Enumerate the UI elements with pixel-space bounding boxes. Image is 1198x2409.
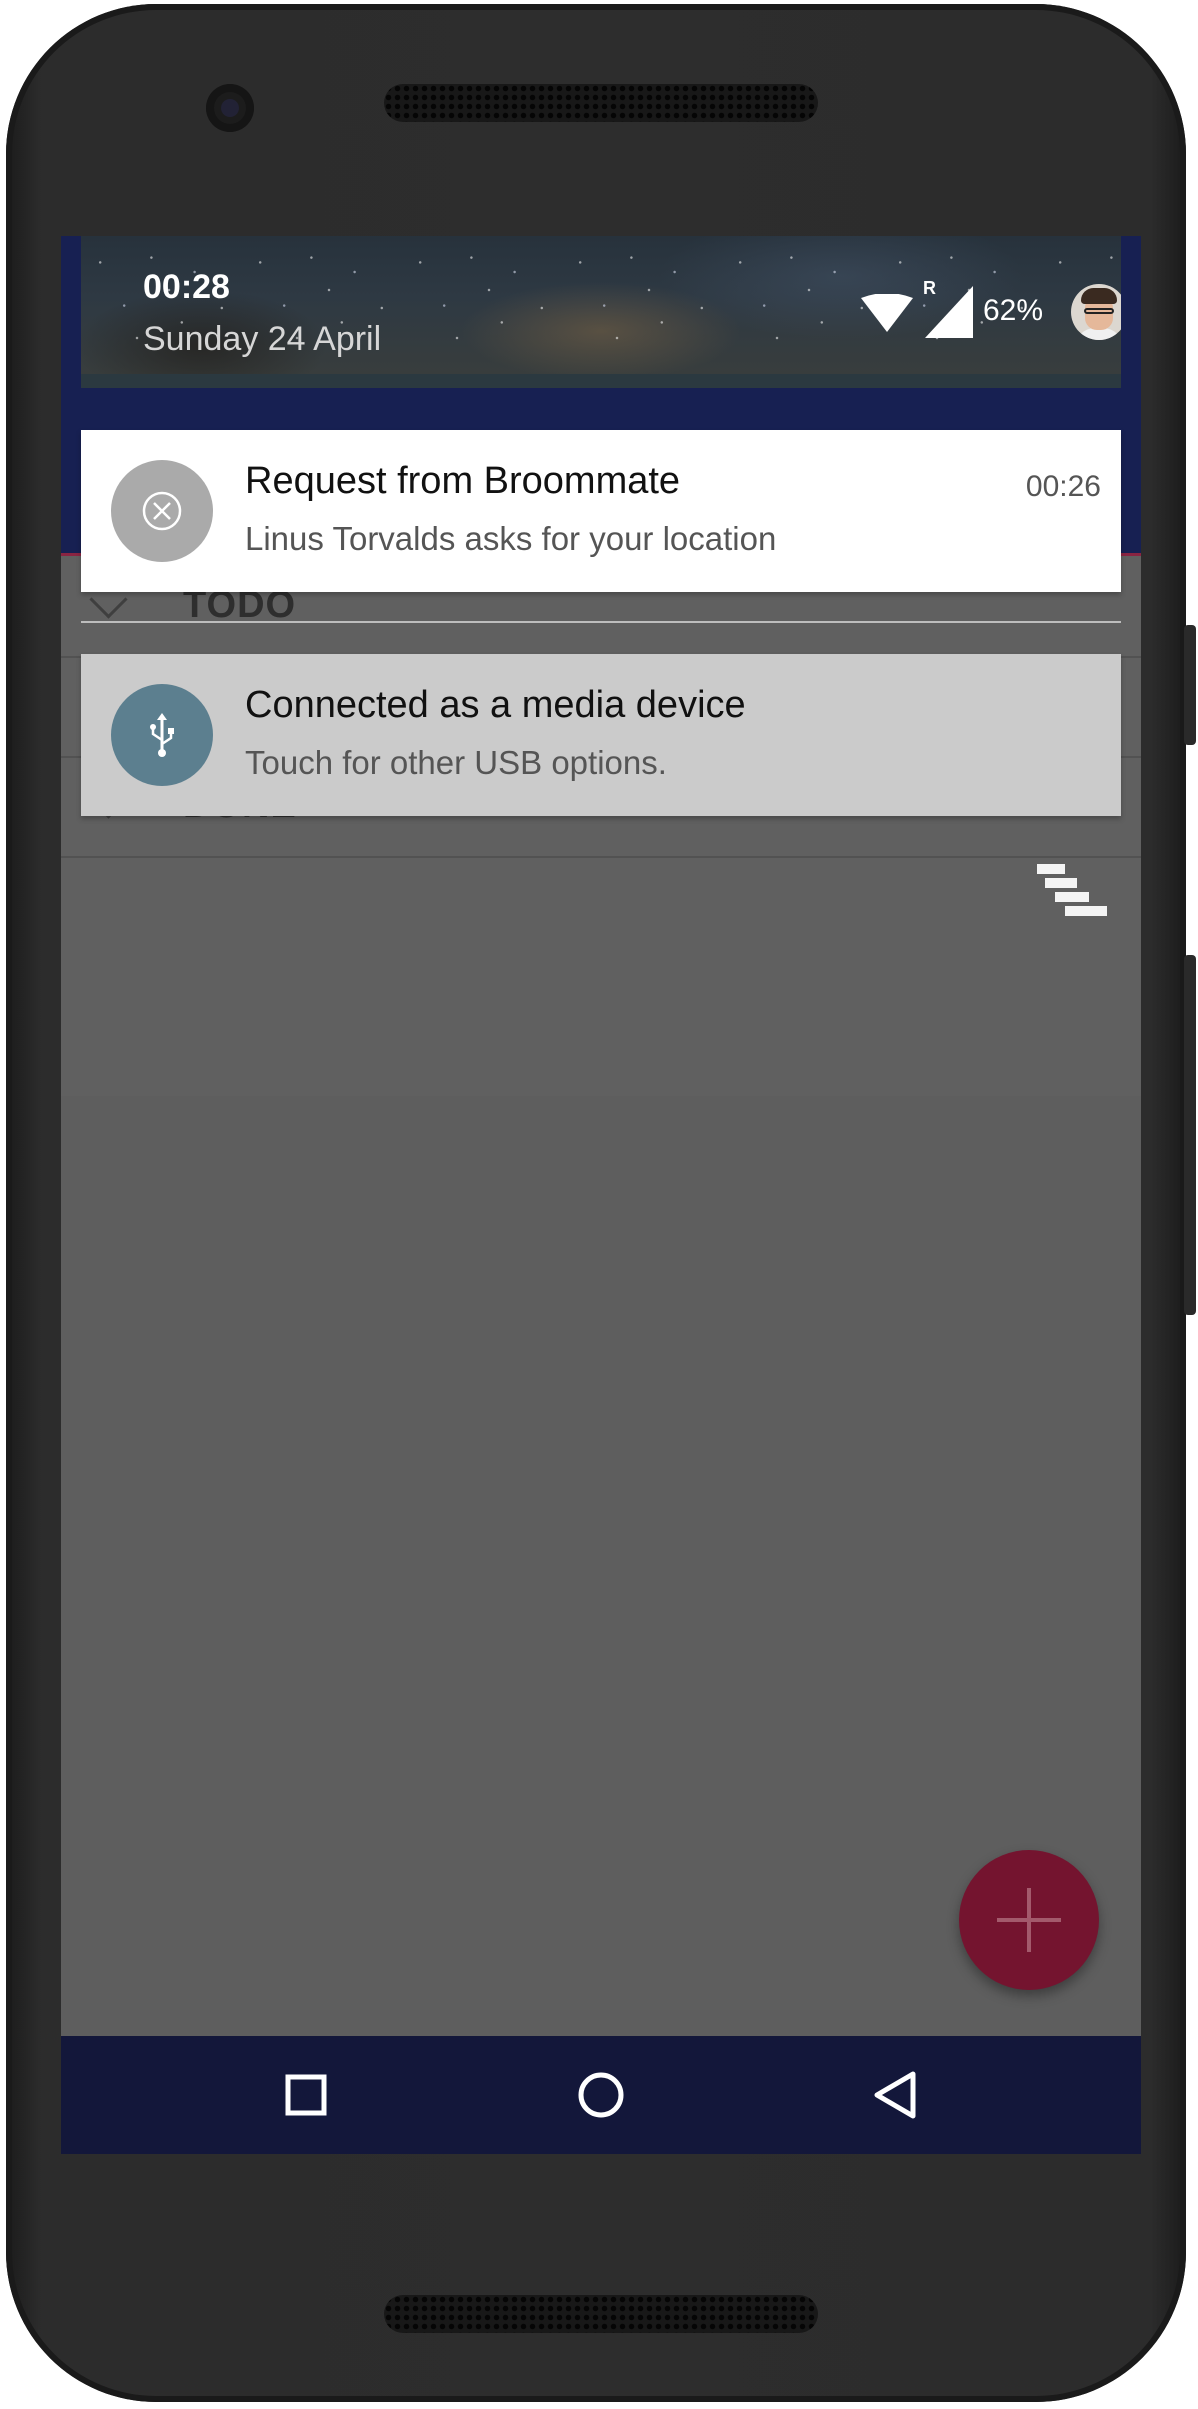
power-button bbox=[1184, 625, 1196, 745]
notification-request[interactable]: Request from Broommate Linus Torvalds as… bbox=[81, 430, 1121, 592]
task-list: TODO DONE bbox=[61, 556, 1141, 1096]
notification-time: 00:26 bbox=[1025, 470, 1101, 503]
add-task-button[interactable] bbox=[959, 1850, 1099, 1990]
front-camera bbox=[206, 84, 254, 132]
earpiece-speaker bbox=[384, 84, 818, 122]
notification-text: Touch for other USB options. bbox=[245, 744, 667, 781]
notification-title: Request from Broommate bbox=[245, 460, 681, 502]
notification-usb[interactable]: Connected as a media device Touch for ot… bbox=[81, 654, 1121, 816]
cancel-circle-icon bbox=[111, 460, 213, 562]
header-bottom-band bbox=[81, 374, 1121, 388]
bottom-speaker bbox=[384, 2295, 818, 2333]
date[interactable]: Sunday 24 April bbox=[143, 320, 381, 359]
screen: TODO DONE 00:28 Sunday 24 April bbox=[61, 236, 1141, 2154]
clock: 00:28 bbox=[143, 268, 230, 306]
wifi-icon bbox=[861, 294, 913, 332]
sort-icon[interactable] bbox=[1037, 864, 1107, 918]
notification-divider bbox=[81, 621, 1121, 623]
usb-icon bbox=[111, 684, 213, 786]
battery-level: 62% bbox=[983, 294, 1044, 327]
phone-frame: TODO DONE 00:28 Sunday 24 April bbox=[6, 4, 1186, 2402]
notification-text: Linus Torvalds asks for your location bbox=[245, 520, 777, 557]
navigation-bar bbox=[61, 2036, 1141, 2154]
roaming-indicator: R bbox=[923, 278, 936, 298]
home-icon[interactable] bbox=[566, 2060, 636, 2130]
avatar[interactable] bbox=[1071, 284, 1121, 340]
notification-shade-header: 00:28 Sunday 24 April R 62% bbox=[81, 236, 1121, 388]
back-icon[interactable] bbox=[861, 2060, 931, 2130]
notification-title: Connected as a media device bbox=[245, 684, 746, 726]
volume-rocker bbox=[1184, 955, 1196, 1315]
recents-icon[interactable] bbox=[271, 2060, 341, 2130]
